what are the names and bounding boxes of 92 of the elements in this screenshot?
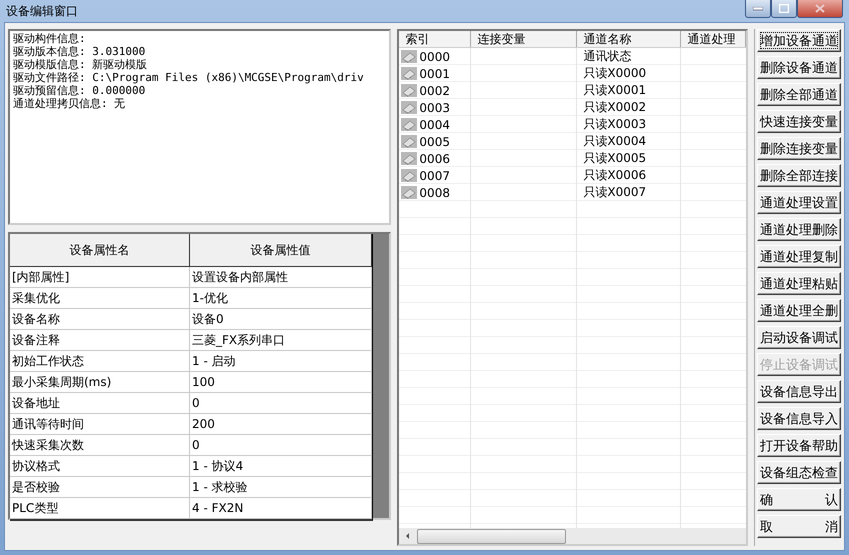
scroll-left-icon bbox=[405, 532, 412, 540]
table-cell[interactable]: 1 - 求校验 bbox=[190, 477, 372, 497]
action-button[interactable]: 删除连接变量 bbox=[757, 137, 841, 160]
table-cell[interactable]: 100 bbox=[190, 372, 372, 392]
table-cell: 0000 bbox=[419, 50, 450, 64]
column-header[interactable]: 通道处理 bbox=[681, 31, 746, 47]
table-cell: 通讯状态 bbox=[583, 48, 632, 65]
table-cell: 只读X0004 bbox=[583, 133, 646, 150]
action-button[interactable]: 删除全部通道 bbox=[757, 83, 841, 106]
action-button[interactable]: 删除设备通道 bbox=[757, 56, 841, 79]
column-header[interactable]: 索引 bbox=[399, 31, 472, 47]
action-button[interactable]: 增加设备通道 bbox=[757, 29, 841, 52]
info-line: 驱动版本信息: 3.031000 bbox=[13, 45, 146, 58]
chip-icon bbox=[401, 186, 418, 199]
table-cell[interactable]: 1 - 协议4 bbox=[190, 456, 372, 476]
table-cell: 只读X0003 bbox=[583, 116, 646, 133]
close-icon bbox=[815, 4, 825, 13]
table-cell: 0002 bbox=[419, 84, 450, 98]
table-cell: 采集优化 bbox=[10, 288, 190, 308]
table-cell: 只读X0007 bbox=[583, 184, 646, 201]
maximize-icon bbox=[779, 4, 789, 13]
table-cell: 协议格式 bbox=[10, 456, 190, 476]
chip-icon bbox=[401, 67, 418, 80]
action-button[interactable]: 启动设备调试 bbox=[757, 326, 841, 349]
chip-icon bbox=[401, 84, 418, 97]
table-cell: [内部属性] bbox=[10, 267, 190, 287]
action-button[interactable]: 设备信息导入 bbox=[757, 407, 841, 430]
table-cell: 设备名称 bbox=[10, 309, 190, 329]
action-button[interactable]: 快速连接变量 bbox=[757, 110, 841, 133]
table-cell[interactable]: 设备0 bbox=[190, 309, 372, 329]
action-button[interactable]: 删除全部连接 bbox=[757, 164, 841, 187]
info-line: 通道处理拷贝信息: 无 bbox=[13, 97, 126, 110]
table-cell: 0006 bbox=[419, 152, 450, 166]
minimize-icon bbox=[753, 6, 763, 10]
close-button[interactable] bbox=[797, 0, 843, 18]
table-cell[interactable]: 设置设备内部属性 bbox=[190, 267, 372, 287]
table-cell: 只读X0000 bbox=[583, 65, 646, 82]
action-button[interactable]: 通道处理粘贴 bbox=[757, 272, 841, 295]
action-button[interactable]: 设备信息导出 bbox=[757, 380, 841, 403]
table-cell: 初始工作状态 bbox=[10, 351, 190, 371]
table-cell: 0005 bbox=[419, 134, 450, 148]
table-cell: 0001 bbox=[419, 66, 450, 80]
table-cell[interactable]: 0 bbox=[190, 393, 372, 413]
action-button[interactable]: 打开设备帮助 bbox=[757, 434, 841, 457]
info-line: 驱动构件信息: bbox=[13, 32, 87, 45]
table-cell: 只读X0002 bbox=[583, 99, 646, 116]
table-cell: 只读X0006 bbox=[583, 167, 646, 184]
table-cell[interactable]: 1-优化 bbox=[190, 288, 372, 308]
table-cell: 0004 bbox=[419, 118, 450, 132]
table-cell: 设备注释 bbox=[10, 330, 190, 350]
table-cell: 最小采集周期(ms) bbox=[10, 372, 190, 392]
info-line: 驱动模版信息: 新驱动模版 bbox=[13, 58, 148, 71]
chip-icon bbox=[401, 101, 418, 114]
table-cell[interactable]: 三菱_FX系列串口 bbox=[190, 330, 372, 350]
table-cell[interactable]: 4 - FX2N bbox=[190, 498, 372, 518]
table-cell: PLC类型 bbox=[10, 498, 190, 518]
action-button[interactable]: 通道处理设置 bbox=[757, 191, 841, 214]
maximize-button[interactable] bbox=[771, 0, 797, 18]
table-cell: 只读X0001 bbox=[583, 82, 646, 99]
table-cell: 只读X0005 bbox=[583, 150, 646, 167]
table-cell: 0008 bbox=[419, 186, 450, 200]
chip-icon bbox=[401, 152, 418, 165]
chip-icon bbox=[401, 135, 418, 148]
table-cell: 通讯等待时间 bbox=[10, 414, 190, 434]
chip-icon bbox=[401, 118, 418, 131]
info-line: 驱动文件路径: C:\Program Files (x86)\MCGSE\Program\driv bbox=[13, 71, 365, 84]
window-title: 设备编辑窗口 bbox=[5, 3, 78, 20]
table-cell: 是否校验 bbox=[10, 477, 190, 497]
chip-icon bbox=[401, 169, 418, 182]
action-button[interactable]: 通道处理删除 bbox=[757, 218, 841, 241]
table-cell[interactable]: 200 bbox=[190, 414, 372, 434]
chip-icon bbox=[401, 50, 418, 63]
horizontal-scrollbar[interactable] bbox=[399, 528, 746, 544]
table-cell: 0007 bbox=[419, 168, 450, 182]
scrollbar-thumb[interactable] bbox=[417, 528, 566, 544]
table-cell: 0003 bbox=[419, 100, 450, 114]
action-button[interactable]: 通道处理复制 bbox=[757, 245, 841, 268]
table-cell[interactable]: 0 bbox=[190, 435, 372, 455]
column-header[interactable]: 通道名称 bbox=[577, 31, 682, 47]
table-cell[interactable]: 1 - 启动 bbox=[190, 351, 372, 371]
column-header: 设备属性值 bbox=[190, 234, 372, 266]
minimize-button[interactable] bbox=[745, 0, 771, 18]
action-button[interactable]: 设备组态检查 bbox=[757, 461, 841, 484]
info-line: 驱动预留信息: 0.000000 bbox=[13, 84, 146, 97]
table-cell: 快速采集次数 bbox=[10, 435, 190, 455]
action-button[interactable]: 取 消 bbox=[757, 515, 841, 538]
column-header[interactable]: 连接变量 bbox=[471, 31, 578, 47]
table-cell: 设备地址 bbox=[10, 393, 190, 413]
column-header: 设备属性名 bbox=[10, 234, 190, 266]
action-button[interactable]: 确 认 bbox=[757, 488, 841, 511]
action-button[interactable]: 通道处理全删 bbox=[757, 299, 841, 322]
info-text-area[interactable]: 驱动构件信息: 驱动版本信息: 3.031000 驱动模版信息: 新驱动模版 驱动文件路径: C:\Program Files (x86)\MCGSE\Program\driv 驱动预留信息: 0.000000 通道处理拷贝信息: 无 bbox=[8, 29, 392, 225]
